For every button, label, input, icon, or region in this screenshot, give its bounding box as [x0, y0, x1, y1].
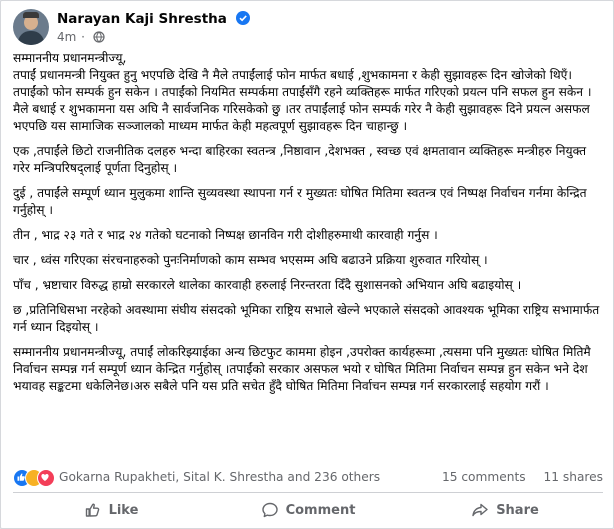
post-paragraph: छ ,प्रतिनिधिसभा नरहेको अवस्थामा संघीय सं…	[13, 303, 600, 334]
post-time[interactable]: 4m	[57, 30, 76, 44]
post-meta: 4m ·	[57, 30, 105, 44]
author-name-row: Narayan Kaji Shrestha	[57, 11, 250, 27]
comments-count[interactable]: 15 comments	[442, 470, 526, 484]
post-paragraph: दुई , तपाईंले सम्पूर्ण ध्यान मुलुकमा शान…	[13, 186, 587, 217]
post-paragraph: सम्माननीय प्रधानमन्त्रीज्यू, तपाईं लोकरि…	[13, 345, 591, 393]
engagement-counts: 15 comments 11 shares	[428, 470, 603, 484]
author-avatar[interactable]	[13, 9, 49, 45]
author-name[interactable]: Narayan Kaji Shrestha	[57, 11, 227, 27]
post-paragraph: सम्माननीय प्रधानमन्त्रीज्यू, तपाईं प्रधा…	[13, 51, 592, 133]
post-header: Narayan Kaji Shrestha 4m ·	[13, 9, 603, 49]
comment-label: Comment	[285, 502, 356, 518]
like-label: Like	[108, 502, 139, 518]
post-paragraph: तीन , भाद्र २३ गते र भाद्र २४ गतेको घटना…	[13, 228, 438, 242]
share-icon	[472, 503, 488, 517]
share-label: Share	[496, 502, 539, 518]
post-paragraph: पाँच , भ्रष्टाचार विरुद्ध हाम्रो सरकारले…	[13, 278, 522, 292]
post-actions: Like Comment Share	[13, 495, 603, 525]
divider	[13, 492, 603, 493]
shares-count[interactable]: 11 shares	[543, 470, 603, 484]
post-body: सम्माननीय प्रधानमन्त्रीज्यू, तपाईं प्रधा…	[13, 50, 605, 403]
comment-button[interactable]: Comment	[210, 495, 406, 525]
share-button[interactable]: Share	[407, 495, 603, 525]
post-card: Narayan Kaji Shrestha 4m · सम्माननीय प्र…	[0, 0, 614, 529]
reactions-summary[interactable]: Gokarna Rupakheti, Sital K. Shrestha and…	[59, 470, 380, 484]
comment-icon	[261, 502, 278, 518]
globe-icon	[93, 31, 105, 43]
post-paragraph: एक ,तपाईंले छिटो राजनीतिक दलहरु भन्दा बा…	[13, 144, 587, 175]
love-reaction-icon	[37, 469, 55, 487]
post-paragraph: चार , ध्वंस गरिएका संरचनाहरुको पुनःनिर्म…	[13, 253, 488, 267]
verified-badge-icon	[235, 11, 250, 25]
post-stats: Gokarna Rupakheti, Sital K. Shrestha and…	[13, 468, 603, 488]
like-button[interactable]: Like	[13, 495, 209, 525]
thumbs-up-icon	[85, 503, 99, 517]
